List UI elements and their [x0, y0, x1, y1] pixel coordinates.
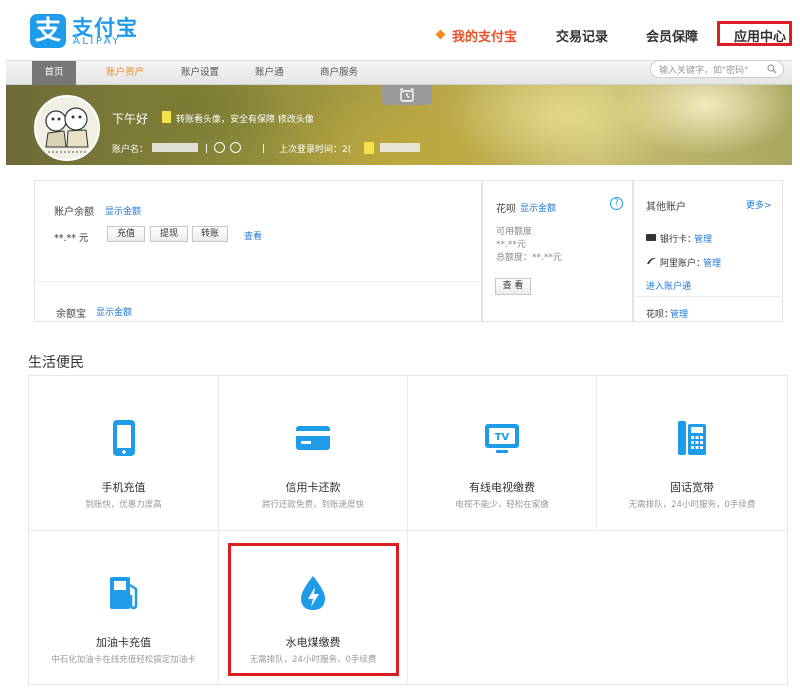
service-desc: 电视不能少，轻松在家缴: [455, 500, 549, 510]
service-cable-tv[interactable]: TV 有线电视缴费 电视不能少，轻松在家缴: [408, 376, 597, 531]
top-header: 支 支付宝 ALIPAY 我的支付宝 交易记录 会员保障 应用中心: [0, 0, 800, 60]
service-title: 有线电视缴费: [469, 481, 535, 494]
last-login-value: 2(: [342, 145, 352, 155]
balance-view-link[interactable]: 查看: [244, 229, 262, 242]
service-title: 加油卡充值: [96, 636, 151, 649]
huabei-total: 总额度：**.**元: [496, 250, 562, 263]
enter-account-link[interactable]: 进入账户通: [646, 279, 691, 292]
ali-account-label: 阿里账户：: [660, 259, 706, 269]
service-landline-broadband[interactable]: 固话宽带 无需排队，24小时服务，0手续费: [597, 376, 787, 531]
redacted-account-name: [152, 143, 198, 152]
banner-divider: [206, 144, 207, 153]
withdraw-button[interactable]: 提现: [150, 226, 188, 242]
alipay-logo[interactable]: 支 支付宝 ALIPAY: [30, 14, 200, 50]
other-accounts-divider: [636, 296, 780, 297]
active-nav-diamond-icon: [435, 29, 446, 40]
banner-divider: [263, 144, 264, 153]
huabei-title: 花呗: [496, 204, 516, 215]
last-login-label: 上次登录时间：2(: [279, 142, 351, 155]
life-services-title: 生活便民: [28, 355, 84, 371]
bank-card-manage-link[interactable]: 管理: [694, 232, 712, 245]
avatar-tip-text[interactable]: 转账看头像，安全有保障 修改头像: [176, 112, 314, 125]
redacted-login-time: [380, 143, 420, 152]
balance-value: **.** 元: [54, 233, 89, 244]
user-verify-icon[interactable]: [214, 142, 225, 153]
service-credit-card-repay[interactable]: 信用卡还款 跨行还款免费，到账速度快: [219, 376, 408, 531]
search-icon[interactable]: [767, 64, 777, 74]
huabei-available-label: 可用额度: [496, 227, 533, 237]
huabei-view-button[interactable]: 查 看: [495, 278, 531, 295]
huabei-total-value: **.**元: [532, 253, 562, 263]
other-accounts-more-link[interactable]: 更多>: [746, 198, 772, 211]
nav-member-protection[interactable]: 会员保障: [646, 26, 698, 45]
alipay-logo-mark: 支: [30, 14, 66, 48]
ali-account-manage-link[interactable]: 管理: [703, 256, 721, 269]
yuebao-show-amount-link[interactable]: 显示金额: [96, 305, 132, 318]
service-gas-card-recharge[interactable]: 加油卡充值 中石化加油卡在线充值轻松搞定加油卡: [29, 531, 219, 685]
service-desc: 中石化加油卡在线充值轻松搞定加油卡: [51, 655, 196, 665]
bank-card-icon: [646, 234, 656, 241]
utilities-highlight-box: [228, 543, 399, 676]
last-login-label-text: 上次登录时间：: [279, 145, 343, 155]
mobile-phone-icon: [112, 420, 135, 456]
greeting-text: 下午好: [112, 112, 149, 126]
service-mobile-recharge[interactable]: 手机充值 到账快，优惠力度高: [29, 376, 219, 531]
app-center-highlight-box: [717, 21, 792, 46]
logo-text-en: ALIPAY: [73, 36, 121, 47]
avatar[interactable]: [34, 95, 100, 161]
service-desc: 到账快，优惠力度高: [85, 500, 162, 510]
service-title: 固话宽带: [670, 481, 714, 494]
bank-card-label: 银行卡：: [660, 235, 697, 245]
credit-card-icon: [296, 426, 330, 450]
redacted-login-time: [364, 142, 374, 154]
service-desc: 跨行还款免费，到账速度快: [261, 500, 364, 510]
service-title: 信用卡还款: [285, 481, 341, 494]
huabei-account-label: 花呗：: [646, 310, 674, 320]
tv-icon: TV: [485, 424, 519, 453]
huabei-total-label: 总额度：: [496, 253, 533, 263]
alarm-clock-icon: [399, 88, 415, 102]
search-placeholder: 输入关键字，如"密码": [659, 66, 749, 76]
subnav-account-assets[interactable]: 账户资产: [106, 61, 144, 85]
account-name-label: 账户名：: [112, 145, 149, 155]
balance-title: 账户余额: [54, 207, 94, 218]
huabei-available-value: **.**元: [496, 240, 526, 250]
help-icon[interactable]: ?: [610, 197, 623, 210]
search-input[interactable]: 输入关键字，如"密码": [650, 60, 784, 78]
service-title: 手机充值: [101, 481, 146, 494]
gas-pump-icon: [109, 577, 137, 610]
aliyun-icon: [647, 258, 656, 264]
transfer-button[interactable]: 转账: [192, 226, 228, 242]
huabei-show-amount-link[interactable]: 显示金额: [520, 201, 556, 214]
svg-text:TV: TV: [495, 432, 510, 443]
huabei-manage-link[interactable]: 管理: [670, 307, 688, 320]
nav-transactions[interactable]: 交易记录: [556, 26, 608, 45]
section-gap: [0, 322, 800, 334]
nav-my-alipay[interactable]: 我的支付宝: [452, 26, 517, 45]
balance-show-amount-link[interactable]: 显示金额: [105, 204, 141, 217]
recharge-button[interactable]: 充值: [107, 226, 145, 242]
life-services-grid: 手机充值 到账快，优惠力度高 信用卡还款 跨行还款免费，到账速度快 TV 有线电…: [28, 375, 788, 685]
balance-panel: [34, 180, 482, 322]
other-accounts-title: 其他账户: [646, 202, 686, 213]
subnav-home[interactable]: 首页: [32, 61, 76, 85]
telephone-icon: [678, 421, 706, 455]
service-desc: 无需排队，24小时服务，0手续费: [628, 500, 756, 510]
yuebao-title: 余额宝: [56, 309, 86, 320]
redacted-username: [162, 111, 171, 123]
subnav-account-link[interactable]: 账户通: [255, 61, 284, 85]
subnav-merchant-service[interactable]: 商户服务: [320, 61, 358, 85]
avatar-drawing-icon: [36, 97, 98, 159]
balance-divider: [36, 281, 480, 282]
subnav-account-settings[interactable]: 账户设置: [181, 61, 219, 85]
alarm-tab[interactable]: [382, 85, 432, 105]
phone-bind-icon[interactable]: [230, 142, 241, 153]
